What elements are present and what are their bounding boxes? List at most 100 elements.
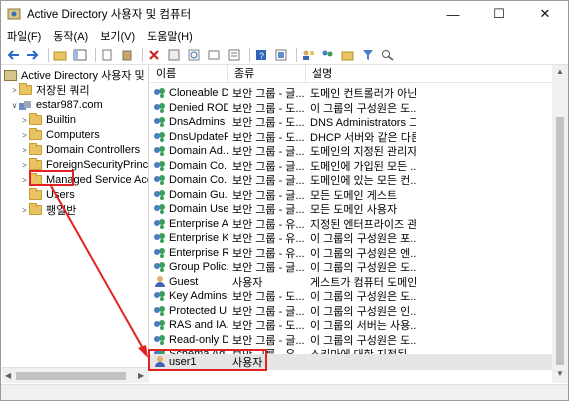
properties-icon[interactable] xyxy=(166,47,182,63)
group-icon xyxy=(154,131,167,143)
svg-text:?: ? xyxy=(259,51,264,61)
clipboard-icon[interactable] xyxy=(119,47,135,63)
help-icon[interactable]: ? xyxy=(253,47,269,63)
list-item[interactable]: Domain Co... 보안 그룹 - 글... 도메인에 있는 모든 컨... xyxy=(150,173,552,188)
domain-icon xyxy=(19,100,32,111)
up-folder-icon[interactable] xyxy=(52,47,68,63)
list-item[interactable]: Enterprise R...보안 그룹 - 유...이 그룹의 구성원은 엔.… xyxy=(150,246,552,261)
list-header: 이름 종류 설명 xyxy=(150,65,552,83)
column-header-type[interactable]: 종류 xyxy=(228,65,306,83)
minimize-button[interactable]: — xyxy=(430,1,476,27)
export-list-icon[interactable] xyxy=(206,47,222,63)
list-item[interactable]: RAS and IA...보안 그룹 - 도...이 그룹의 서버는 사용... xyxy=(150,318,552,333)
list-item[interactable]: Domain Ad... 보안 그룹 - 글... 도메인의 지정된 관리자 xyxy=(150,144,552,159)
tree-saved-queries[interactable]: > 저장된 쿼리 xyxy=(10,83,90,97)
maximize-button[interactable]: ☐ xyxy=(476,1,522,27)
collapse-icon[interactable]: ∨ xyxy=(10,101,19,110)
item-name: Domain Users xyxy=(169,203,228,216)
mmc-icon[interactable] xyxy=(273,47,289,63)
delete-icon[interactable] xyxy=(146,47,162,63)
aduc-root-icon xyxy=(4,69,17,81)
filter-icon[interactable] xyxy=(360,47,376,63)
expand-icon[interactable]: > xyxy=(20,116,29,125)
new-ou-icon[interactable] xyxy=(340,47,356,63)
new-group-icon[interactable] xyxy=(320,47,336,63)
expand-icon[interactable]: > xyxy=(20,131,29,140)
scroll-down-icon[interactable]: ▼ xyxy=(556,369,564,378)
back-arrow-icon[interactable] xyxy=(5,47,21,63)
show-tree-icon[interactable] xyxy=(72,47,88,63)
folder-icon xyxy=(29,188,42,200)
list-item[interactable]: Enterprise A...보안 그룹 - 유...지정된 엔터프라이즈 관.… xyxy=(150,217,552,232)
toolbar: ? xyxy=(1,45,568,65)
group-icon xyxy=(154,319,167,331)
highlight-users-container xyxy=(29,170,74,186)
title-bar: Active Directory 사용자 및 컴퓨터 — ☐ ✕ xyxy=(1,1,568,27)
group-icon xyxy=(154,102,167,114)
scroll-right-icon[interactable]: ▶ xyxy=(138,371,144,380)
tree-ou[interactable]: > 팽일반 xyxy=(20,203,76,217)
list-item[interactable]: Cloneable D...보안 그룹 - 글...도메인 컨트롤러가 아닌..… xyxy=(150,86,552,101)
menu-action[interactable]: 동작(A) xyxy=(47,28,94,44)
folder-icon xyxy=(19,83,32,95)
group-icon xyxy=(154,174,167,186)
menu-file[interactable]: 파일(F) xyxy=(1,28,47,44)
expand-icon[interactable]: > xyxy=(20,206,29,215)
tree-users[interactable]: Users xyxy=(29,188,75,202)
new-user-icon[interactable] xyxy=(300,47,316,63)
menu-help[interactable]: 도움말(H) xyxy=(141,28,199,44)
folder-icon xyxy=(29,203,42,215)
scroll-left-icon[interactable]: ◀ xyxy=(5,371,11,380)
group-icon xyxy=(154,334,167,346)
tree-horizontal-scrollbar[interactable]: ◀ ▶ xyxy=(2,367,149,383)
tree-builtin[interactable]: > Builtin xyxy=(20,113,76,127)
list-view-icon[interactable] xyxy=(226,47,242,63)
list-item[interactable]: Enterprise K...보안 그룹 - 유...이 그룹의 구성원은 포.… xyxy=(150,231,552,246)
item-name: DnsUpdateP... xyxy=(169,130,228,143)
item-name: Key Admins xyxy=(169,290,228,303)
close-button[interactable]: ✕ xyxy=(522,1,568,27)
refresh-icon[interactable] xyxy=(186,47,202,63)
expand-icon[interactable]: > xyxy=(10,86,19,95)
item-name: Read-only D... xyxy=(169,333,228,346)
column-header-name[interactable]: 이름 xyxy=(150,65,228,83)
find-icon[interactable] xyxy=(380,47,396,63)
document-icon[interactable] xyxy=(99,47,115,63)
group-icon xyxy=(154,247,167,259)
list-item[interactable]: Protected U...보안 그룹 - 글...이 그룹의 구성원은 인..… xyxy=(150,304,552,319)
console-tree: Active Directory 사용자 및 컴퓨터 > 저장된 쿼리 ∨ es… xyxy=(2,65,149,383)
list-item[interactable]: Guest 사용자 게스트가 컴퓨터 도메인... xyxy=(150,275,552,290)
list-vertical-scrollbar[interactable]: ▲ ▼ xyxy=(552,65,568,383)
window-title: Active Directory 사용자 및 컴퓨터 xyxy=(27,9,192,21)
group-icon xyxy=(154,261,167,273)
list-item[interactable]: Read-only D...보안 그룹 - 글...이 그룹의 구성원은 도..… xyxy=(150,333,552,348)
folder-icon xyxy=(29,158,42,170)
scrollbar-thumb[interactable] xyxy=(556,117,564,365)
forward-arrow-icon[interactable] xyxy=(25,47,41,63)
scrollbar-thumb[interactable] xyxy=(16,372,126,380)
item-name: Domain Ad... xyxy=(169,145,228,158)
column-header-description[interactable]: 설명 xyxy=(306,65,552,83)
list-item[interactable]: Domain Co... 보안 그룹 - 글... 도메인에 가입된 모든 ... xyxy=(150,159,552,174)
group-icon xyxy=(154,232,167,244)
folder-icon xyxy=(29,128,42,140)
list-item[interactable]: Key Admins 보안 그룹 - 도... 이 그룹의 구성원은 도... xyxy=(150,289,552,304)
list-item[interactable]: Group Polic...보안 그룹 - 글...이 그룹의 구성원은 도..… xyxy=(150,260,552,275)
menu-view[interactable]: 보기(V) xyxy=(94,28,141,44)
tree-domain[interactable]: ∨ estar987.com xyxy=(10,98,103,112)
expand-icon[interactable]: > xyxy=(20,176,29,185)
list-item[interactable]: DnsUpdateP...보안 그룹 - 도...DHCP 서버와 같은 다른.… xyxy=(150,130,552,145)
list-item[interactable]: Domain Users보안 그룹 - 글...모든 도메인 사용자 xyxy=(150,202,552,217)
list-item[interactable]: Denied ROD...보안 그룹 - 도...이 그룹의 구성원은 도... xyxy=(150,101,552,116)
group-icon xyxy=(154,203,167,215)
tree-domain-controllers[interactable]: > Domain Controllers xyxy=(20,143,140,157)
group-icon xyxy=(154,218,167,230)
tree-computers[interactable]: > Computers xyxy=(20,128,100,142)
user-icon xyxy=(154,275,167,288)
list-item[interactable]: Domain Gu... 보안 그룹 - 글... 모든 도메인 게스트 xyxy=(150,188,552,203)
list-item[interactable]: DnsAdmins 보안 그룹 - 도... DNS Administrators … xyxy=(150,115,552,130)
expand-icon[interactable]: > xyxy=(20,161,29,170)
scroll-up-icon[interactable]: ▲ xyxy=(556,67,564,76)
tree-root[interactable]: Active Directory 사용자 및 컴퓨터 xyxy=(4,68,148,82)
expand-icon[interactable]: > xyxy=(20,146,29,155)
